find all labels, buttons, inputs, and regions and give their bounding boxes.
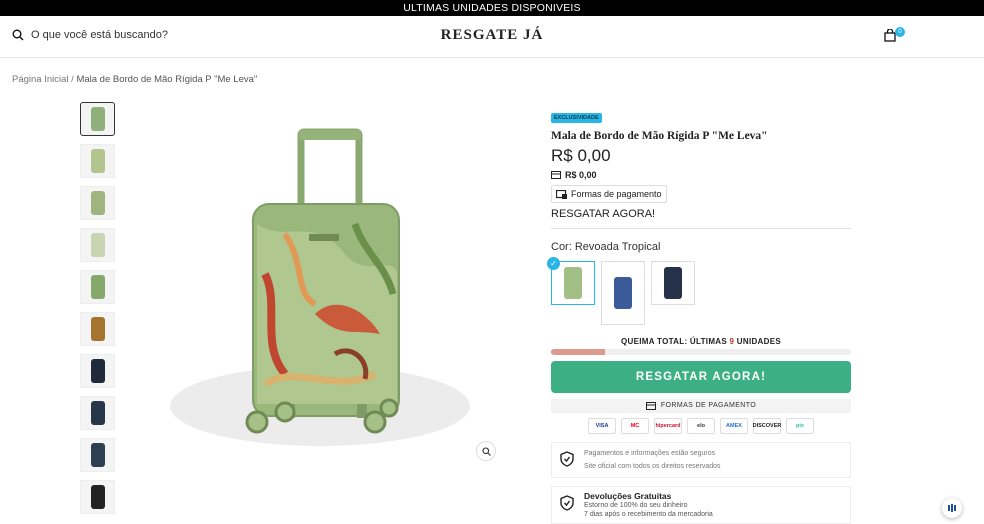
returns-info: Devoluções Gratuitas Estorno de 100% do … — [551, 485, 851, 524]
thumbnail-image — [90, 275, 105, 299]
announcement-text: ULTIMAS UNIDADES DISPONIVEIS — [403, 2, 581, 14]
resgatar-button[interactable]: RESGATAR AGORA! — [551, 360, 851, 393]
thumbnail-gallery — [79, 102, 116, 522]
swatch-image — [614, 276, 632, 309]
thumbnail-image — [90, 359, 105, 383]
swatch-navy[interactable] — [651, 260, 695, 305]
color-label: Cor: — [551, 240, 572, 253]
gallery-thumbnail[interactable] — [80, 186, 115, 220]
zoom-button[interactable] — [476, 441, 496, 461]
payment-methods-chip[interactable]: Formas de pagamento — [551, 185, 667, 203]
payment-card-elo-icon: elo — [687, 417, 715, 434]
resgatar-text: RESGATAR AGORA! — [551, 207, 656, 220]
thumbnail-image — [90, 191, 105, 215]
product-main-image[interactable] — [165, 104, 505, 464]
secondary-price: R$ 0,00 — [551, 170, 851, 180]
thumbnail-image — [90, 443, 105, 467]
gallery-thumbnail[interactable] — [80, 102, 115, 136]
gallery-thumbnail[interactable] — [80, 438, 115, 472]
security-line-2: Site oficial com todos os direitos reser… — [584, 462, 721, 470]
payment-card-pix-icon: pix — [786, 417, 814, 434]
returns-title: Devoluções Gratuitas — [584, 490, 672, 501]
swatch-image — [564, 266, 582, 299]
returns-line-1: Estorno de 100% do seu dinheiro — [584, 501, 688, 509]
gallery-thumbnail[interactable] — [80, 144, 115, 178]
magnifier-icon — [481, 446, 491, 456]
site-logo[interactable]: RESGATE JÁ — [0, 27, 984, 44]
stock-prefix: QUEIMA TOTAL: ÚLTIMAS — [621, 336, 730, 346]
secondary-price-value: R$ 0,00 — [565, 170, 597, 180]
thumbnail-image — [90, 401, 105, 425]
swatch-blue[interactable] — [601, 260, 645, 325]
shield-icon — [560, 450, 574, 467]
product-price: R$ 0,00 — [551, 146, 611, 165]
gallery-thumbnail[interactable] — [80, 480, 115, 514]
payment-card-hipercard-icon: hipercard — [654, 417, 682, 434]
payment-card-mc-icon: MC — [621, 417, 649, 434]
payment-card-icon — [556, 189, 567, 199]
security-info: Pagamentos e informações estão seguros S… — [551, 441, 851, 478]
gallery-thumbnail[interactable] — [80, 270, 115, 304]
thumbnail-image — [90, 107, 105, 131]
accessibility-icon — [948, 504, 956, 512]
thumbnail-image — [90, 233, 105, 257]
gallery-thumbnail[interactable] — [80, 354, 115, 388]
payment-methods-header: FORMAS DE PAGAMENTO — [551, 398, 851, 413]
swatch-image — [664, 266, 682, 299]
gallery-thumbnail[interactable] — [80, 312, 115, 346]
suitcase-illustration — [170, 128, 470, 446]
cart-count-badge: 0 — [895, 27, 905, 37]
announcement-bar: ULTIMAS UNIDADES DISPONIVEIS — [0, 0, 984, 16]
payment-card-discover-icon: DISCOVER — [753, 417, 781, 434]
breadcrumb-current: Mala de Bordo de Mão Rígida P "Me Leva" — [76, 74, 258, 85]
stock-progress-fill — [551, 348, 605, 355]
color-selector-label: Cor: Revoada Tropical — [551, 241, 851, 253]
payment-card-list: VISA MC hipercard elo AMEX DISCOVER pix — [551, 417, 851, 434]
accessibility-button[interactable] — [942, 498, 962, 518]
stock-warning: QUEIMA TOTAL: ÚLTIMAS 9 UNIDADES — [551, 337, 851, 346]
card-icon — [551, 171, 561, 179]
selected-check-icon: ✓ — [547, 256, 560, 270]
color-swatches: ✓ — [547, 256, 851, 325]
stock-progress-bar — [551, 348, 851, 355]
site-header: O que você está buscando? RESGATE JÁ — [0, 16, 984, 58]
payment-methods-label: FORMAS DE PAGAMENTO — [660, 402, 757, 409]
thumbnail-image — [90, 317, 105, 341]
payment-card-visa-icon: VISA — [588, 417, 616, 434]
exclusive-badge: EXCLUSIVIDADE — [551, 113, 602, 123]
divider — [551, 227, 851, 229]
color-value: Revoada Tropical — [574, 240, 661, 253]
security-line-1: Pagamentos e informações estão seguros — [584, 449, 716, 457]
card-icon — [645, 401, 656, 410]
product-title: Mala de Bordo de Mão Rígida P "Me Leva" — [551, 130, 768, 142]
breadcrumb-home[interactable]: Página Inicial — [12, 74, 69, 85]
product-info: EXCLUSIVIDADE Mala de Bordo de Mão Rígid… — [547, 106, 851, 524]
returns-line-2: 7 dias após o recebimento da mercadoria — [584, 510, 713, 518]
thumbnail-image — [90, 485, 105, 509]
shield-check-icon — [560, 494, 574, 511]
gallery-thumbnail[interactable] — [80, 228, 115, 262]
payment-chip-label: Formas de pagamento — [571, 189, 662, 199]
thumbnail-image — [90, 149, 105, 173]
gallery-thumbnail[interactable] — [80, 396, 115, 430]
payment-card-amex-icon: AMEX — [720, 417, 748, 434]
breadcrumb: Página Inicial / Mala de Bordo de Mão Rí… — [12, 74, 257, 85]
stock-suffix: UNIDADES — [734, 336, 781, 346]
